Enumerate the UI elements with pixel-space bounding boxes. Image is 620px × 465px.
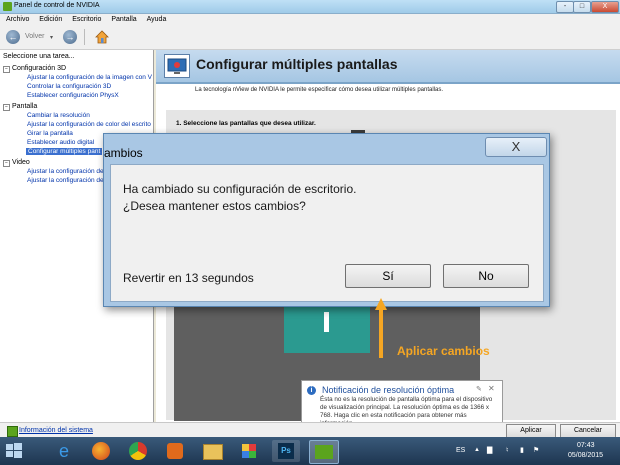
windows-start-icon[interactable] xyxy=(3,440,25,462)
multiple-displays-icon xyxy=(164,54,190,78)
file-explorer-icon[interactable] xyxy=(198,440,226,462)
tree-item-selected[interactable]: Configurar múltiples pant xyxy=(26,148,103,155)
dialog-close-button[interactable]: X xyxy=(485,137,547,157)
tree-category-pantalla[interactable]: Pantalla xyxy=(12,103,37,110)
info-icon: i xyxy=(307,386,316,395)
apply-button[interactable]: Aplicar xyxy=(506,424,556,438)
dialog-body: Ha cambiado su configuración de escritor… xyxy=(110,164,544,302)
menu-archivo[interactable]: Archivo xyxy=(6,16,29,23)
system-info-icon xyxy=(7,426,18,437)
title-bar: Panel de control de NVIDIA - □ X xyxy=(0,0,620,14)
collapse-icon[interactable]: − xyxy=(3,104,10,111)
photoshop-icon[interactable]: Ps xyxy=(272,440,300,462)
network-icon[interactable]: ▇ xyxy=(487,446,492,454)
media-player-icon[interactable] xyxy=(161,440,189,462)
menu-bar: Archivo Edición Escritorio Pantalla Ayud… xyxy=(0,14,620,25)
chrome-icon[interactable] xyxy=(124,440,152,462)
menu-ayuda[interactable]: Ayuda xyxy=(147,16,167,23)
tree-item[interactable]: Ajustar la configuración de la imagen co… xyxy=(27,74,152,81)
minimize-button[interactable]: - xyxy=(556,1,574,13)
toolbar: ← Volver ▾ → xyxy=(0,25,620,50)
collapse-icon[interactable]: − xyxy=(3,160,10,167)
notification-close-icon[interactable]: ✕ xyxy=(488,384,495,393)
pin-icon[interactable]: ✎ xyxy=(476,385,482,393)
tree-category-3d[interactable]: Configuración 3D xyxy=(12,65,66,72)
page-header: Configurar múltiples pantallas xyxy=(156,50,620,84)
dialog-title: ambios xyxy=(104,146,143,160)
collapse-icon[interactable]: − xyxy=(3,66,10,73)
tree-item[interactable]: Establecer audio digital xyxy=(27,139,94,146)
forward-arrow-icon[interactable]: → xyxy=(63,30,77,44)
tree-item[interactable]: Establecer configuración PhysX xyxy=(27,92,119,99)
tree-category-video[interactable]: Video xyxy=(12,159,30,166)
tree-item[interactable]: Ajustar la configuración de xyxy=(27,177,104,184)
page-subtitle: La tecnología nView de NVIDIA le permite… xyxy=(195,87,444,93)
menu-escritorio[interactable]: Escritorio xyxy=(72,16,101,23)
yes-button[interactable]: Sí xyxy=(345,264,431,288)
volume-icon[interactable]: ♮ xyxy=(506,446,509,454)
back-dropdown-icon[interactable]: ▾ xyxy=(50,34,53,41)
confirm-changes-dialog: ambios X Ha cambiado su configuración de… xyxy=(103,133,550,307)
annotation-label: Aplicar cambios xyxy=(397,344,490,358)
tree-item[interactable]: Girar la pantalla xyxy=(27,130,73,137)
internet-explorer-icon[interactable]: e xyxy=(50,440,78,462)
step1-label: 1. Seleccione las pantallas que desea ut… xyxy=(176,120,316,127)
display-preview-monitor[interactable] xyxy=(284,306,370,353)
task-panel-header: Seleccione una tarea... xyxy=(3,53,75,60)
notification-title: Notificación de resolución óptima xyxy=(322,385,455,395)
cancel-button[interactable]: Cancelar xyxy=(560,424,616,438)
nvidia-app-icon xyxy=(3,2,12,11)
tree-item[interactable]: Cambiar la resolución xyxy=(27,112,90,119)
tree-item[interactable]: Ajustar la configuración de xyxy=(27,168,104,175)
dialog-message: Ha cambiado su configuración de escritor… xyxy=(123,181,356,215)
no-button[interactable]: No xyxy=(443,264,529,288)
page-title: Configurar múltiples pantallas xyxy=(196,56,398,72)
home-icon[interactable] xyxy=(94,29,110,45)
tray-expand-icon[interactable]: ▲ xyxy=(474,447,480,453)
revert-countdown: Revertir en 13 segundos xyxy=(123,271,254,285)
back-arrow-icon[interactable]: ← xyxy=(6,30,20,44)
apps-icon[interactable] xyxy=(235,440,263,462)
battery-icon[interactable]: ▮ xyxy=(520,446,524,454)
clock-time[interactable]: 07:43 xyxy=(577,442,595,449)
nvidia-taskbar-icon[interactable] xyxy=(309,440,339,464)
maximize-button[interactable]: □ xyxy=(573,1,591,13)
language-indicator[interactable]: ES xyxy=(456,447,465,454)
close-button[interactable]: X xyxy=(591,1,619,13)
taskbar: e Ps ES ▲ ▇ ♮ ▮ ⚑ 07:43 05/08/2015 xyxy=(0,437,620,465)
tree-item[interactable]: Ajustar la configuración de color del es… xyxy=(27,121,151,128)
dialog-message-line2: ¿Desea mantener estos cambios? xyxy=(123,199,306,213)
toolbar-divider xyxy=(84,29,85,45)
window-title: Panel de control de NVIDIA xyxy=(14,2,100,9)
menu-pantalla[interactable]: Pantalla xyxy=(111,16,136,23)
tree-item[interactable]: Controlar la configuración 3D xyxy=(27,83,111,90)
clock-date[interactable]: 05/08/2015 xyxy=(568,452,603,459)
menu-edicion[interactable]: Edición xyxy=(39,16,62,23)
bottom-bar: Información del sistema Aplicar Cancelar xyxy=(0,422,620,438)
firefox-icon[interactable] xyxy=(87,440,115,462)
flag-icon[interactable]: ⚑ xyxy=(533,446,539,454)
annotation-arrow xyxy=(375,298,387,358)
monitor-number xyxy=(324,312,329,332)
back-label[interactable]: Volver xyxy=(25,33,44,40)
system-info-link[interactable]: Información del sistema xyxy=(19,427,93,434)
dialog-message-line1: Ha cambiado su configuración de escritor… xyxy=(123,182,357,196)
